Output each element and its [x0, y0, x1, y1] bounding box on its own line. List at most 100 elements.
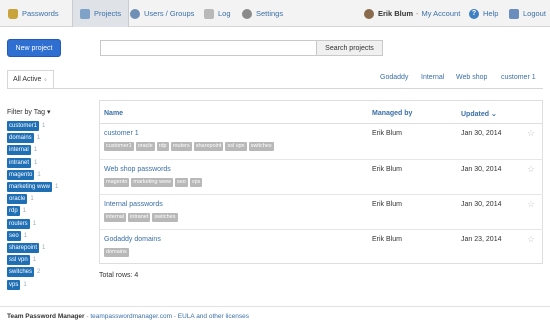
tag-chip[interactable]: routers [7, 218, 30, 229]
project-tag[interactable]: domains [104, 248, 129, 257]
quick-tag-customer-1[interactable]: customer 1 [501, 74, 536, 81]
tag-count: 1 [34, 159, 38, 166]
tag-filter-item[interactable]: intranet 1 [7, 157, 58, 169]
logout-icon [509, 8, 519, 19]
filter-by-tag-title[interactable]: Filter by Tag ▾ [7, 108, 50, 116]
quick-tag-internal[interactable]: Internal [421, 74, 444, 81]
tag-chip[interactable]: magento [7, 169, 35, 180]
tag-filter-item[interactable]: sharepoint 1 [7, 242, 58, 254]
tag-chip[interactable]: seo [7, 230, 21, 241]
nav-passwords[interactable]: Passwords [8, 0, 59, 27]
nav-settings[interactable]: Settings [242, 0, 283, 27]
project-tag[interactable]: switches [152, 213, 178, 222]
column-header-name[interactable]: Name [104, 110, 123, 117]
tag-filter-item[interactable]: internal 1 [7, 144, 58, 156]
tag-chip[interactable]: oracle [7, 194, 28, 205]
project-tag[interactable]: rdp [156, 142, 169, 151]
footer-site-link[interactable]: teampasswordmanager.com [90, 313, 172, 320]
project-tag[interactable]: ssl vpn [225, 142, 247, 151]
star-icon[interactable]: ☆ [527, 234, 535, 245]
tag-count: 1 [37, 171, 41, 178]
tag-filter-item[interactable]: marketing www 1 [7, 181, 58, 193]
project-tag[interactable]: oracle [135, 142, 155, 151]
project-name-link[interactable]: Internal passwords [104, 201, 163, 208]
tag-filter-item[interactable]: ssl vpn 1 [7, 254, 58, 266]
nav-logout[interactable]: Logout [509, 0, 546, 27]
nav-users-groups[interactable]: Users / Groups [130, 0, 194, 27]
project-tag[interactable]: intranet [128, 213, 151, 222]
star-icon[interactable]: ☆ [527, 128, 535, 139]
tag-filter-item[interactable]: vps 1 [7, 278, 58, 290]
table-row[interactable]: Godaddy domains domains Erik Blum Jan 23… [99, 229, 543, 264]
project-tag[interactable]: marketing www [131, 178, 173, 187]
table-row[interactable]: customer 1 customer1 oracle rdp routers … [99, 124, 543, 159]
log-icon [204, 8, 214, 19]
updated-date: Jan 30, 2014 [461, 166, 502, 173]
table-row[interactable]: Web shop passwords magento marketing www… [99, 159, 543, 194]
project-name-link[interactable]: customer 1 [104, 130, 139, 137]
tag-chip[interactable]: customer1 [7, 121, 40, 132]
tab-all-active[interactable]: All Active ⬨ [7, 70, 54, 88]
project-tags: internal intranet switches [104, 213, 178, 222]
tag-filter-item[interactable]: oracle 1 [7, 193, 58, 205]
nav-log[interactable]: Log [204, 0, 231, 27]
nav-help[interactable]: ? Help [469, 0, 498, 27]
tag-filter-item[interactable]: domains 1 [7, 132, 58, 144]
tag-chip[interactable]: intranet [7, 157, 32, 168]
project-tag[interactable]: seo [175, 178, 188, 187]
project-tag[interactable]: routers [170, 142, 192, 151]
project-tag[interactable]: switches [248, 142, 274, 151]
top-navigation: Passwords Projects Users / Groups Log Se… [0, 0, 550, 27]
project-tag[interactable]: magento [104, 178, 130, 187]
project-name-link[interactable]: Web shop passwords [104, 166, 171, 173]
help-icon: ? [469, 8, 479, 19]
table-row[interactable]: Internal passwords internal intranet swi… [99, 194, 543, 229]
tag-filter-item[interactable]: customer1 1 [7, 120, 58, 132]
tag-chip[interactable]: vps [7, 279, 21, 290]
new-project-button[interactable]: New project [7, 39, 61, 57]
footer-eula-link[interactable]: EULA and other licenses [178, 313, 249, 320]
project-name-link[interactable]: Godaddy domains [104, 236, 161, 243]
quick-tag-web-shop[interactable]: Web shop [456, 74, 487, 81]
search-projects-button[interactable]: Search projects [316, 40, 383, 56]
tag-chip[interactable]: switches [7, 267, 35, 278]
tag-filter-item[interactable]: magento 1 [7, 169, 58, 181]
project-tags: domains [104, 248, 129, 257]
column-header-updated[interactable]: Updated ⌄ [461, 110, 497, 118]
footer-divider [0, 306, 550, 307]
tag-chip[interactable]: sharepoint [7, 242, 40, 253]
tab-all-active-label: All Active [13, 76, 42, 83]
project-tag[interactable]: sharepoint [193, 142, 224, 151]
project-tag[interactable]: internal [104, 213, 127, 222]
project-tag[interactable]: customer1 [104, 142, 134, 151]
tag-filter-item[interactable]: routers 1 [7, 218, 58, 230]
tag-chip[interactable]: domains [7, 133, 34, 144]
gear-icon [242, 8, 252, 19]
project-tag[interactable]: vps [189, 178, 203, 187]
tag-count: 1 [23, 232, 28, 239]
star-icon[interactable]: ☆ [527, 164, 535, 175]
tag-count: 1 [22, 208, 27, 215]
tag-chip[interactable]: marketing www [7, 182, 53, 193]
star-icon[interactable]: ☆ [527, 199, 535, 210]
tag-filter-item[interactable]: rdp 1 [7, 205, 58, 217]
tag-chip[interactable]: rdp [7, 206, 20, 217]
nav-projects[interactable]: Projects [72, 0, 130, 27]
filter-title-label: Filter by Tag [7, 109, 45, 116]
column-header-managed-by[interactable]: Managed by [372, 110, 412, 117]
nav-projects-label: Projects [94, 9, 122, 18]
my-account-link[interactable]: My Account [422, 9, 461, 18]
tab-caret-icon: ⬨ [44, 76, 47, 83]
quick-tag-godaddy[interactable]: Godaddy [380, 74, 408, 81]
tag-count: 2 [37, 269, 41, 276]
footer-brand: Team Password Manager [7, 313, 85, 320]
tag-chip[interactable]: ssl vpn [7, 255, 30, 266]
tag-filter-item[interactable]: switches 2 [7, 266, 58, 278]
user-name: Erik Blum [378, 9, 414, 18]
search-input[interactable] [100, 40, 317, 56]
account-separator: - [416, 9, 419, 18]
nav-logout-label: Logout [523, 9, 546, 18]
tag-chip[interactable]: internal [7, 145, 31, 156]
nav-help-label: Help [483, 9, 499, 18]
tag-filter-item[interactable]: seo 1 [7, 230, 58, 242]
